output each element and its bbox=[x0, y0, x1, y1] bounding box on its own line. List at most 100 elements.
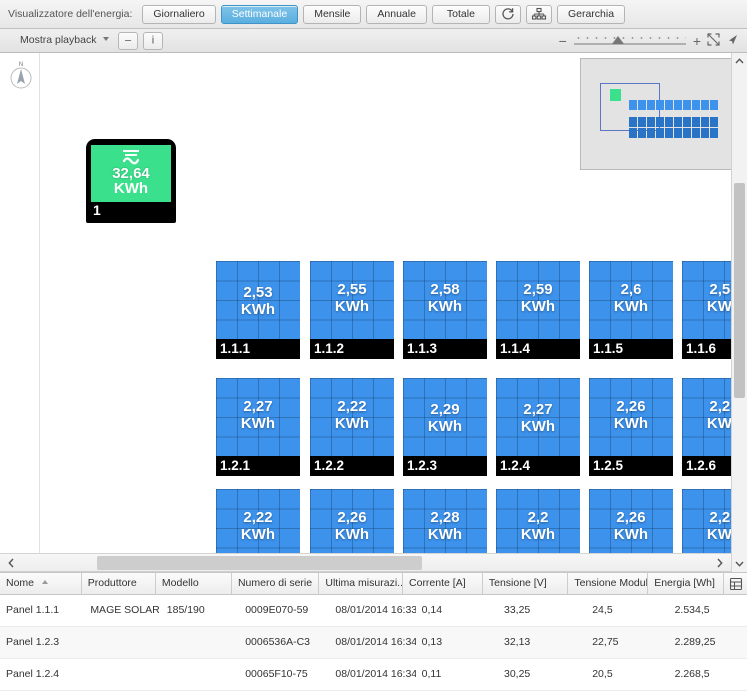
table-settings-icon bbox=[729, 577, 742, 590]
minus-icon: – bbox=[124, 34, 132, 47]
column-header-nome[interactable]: Nome bbox=[0, 573, 82, 594]
minimap-row bbox=[629, 100, 718, 110]
panel-value: 2,22 KWh bbox=[216, 509, 300, 543]
column-header-tensione[interactable]: Tensione [V] bbox=[483, 573, 569, 594]
cell-tensione: 33,25 bbox=[504, 604, 531, 616]
cell-ultima-misurazione: 08/01/2014 16:33 bbox=[335, 604, 416, 616]
column-header-modello[interactable]: Modello bbox=[156, 573, 232, 594]
panel-label-bar: 1.2.5 bbox=[589, 456, 673, 476]
panel-label: 1.1.6 bbox=[686, 341, 717, 356]
panel-value-unit: KWh bbox=[613, 298, 649, 315]
refresh-button[interactable] bbox=[494, 4, 521, 24]
panel-label: 1.1.1 bbox=[220, 341, 251, 356]
inverter-node-1[interactable]: 32,64 KWh 1 bbox=[86, 139, 176, 223]
panel-value: 2,26 KWh bbox=[589, 398, 673, 432]
horizontal-scroll-thumb[interactable] bbox=[97, 556, 422, 570]
panel-1-2-3[interactable]: 2,29 KWh 1.2.3 bbox=[403, 378, 487, 476]
panel-value: 2,28 KWh bbox=[403, 509, 487, 543]
cell-nome: Panel 1.2.4 bbox=[6, 668, 60, 680]
panel-value-number: 2,26 bbox=[616, 398, 646, 415]
panel-value-unit: KWh bbox=[520, 418, 556, 435]
period-button-mensile[interactable]: Mensile bbox=[303, 4, 362, 24]
panel-1-1-1[interactable]: 2,53 KWh 1.1.1 bbox=[216, 261, 300, 359]
zoom-out-button[interactable]: − bbox=[559, 34, 567, 48]
period-button-settimanale[interactable]: Settimanale bbox=[220, 4, 299, 24]
hierarchy-tree-icon bbox=[531, 7, 546, 20]
period-button-giornaliero[interactable]: Giornaliero bbox=[142, 4, 216, 24]
column-header-numero-di-serie[interactable]: Numero di serie bbox=[232, 573, 320, 594]
compass-icon: N bbox=[10, 62, 32, 89]
canvas-horizontal-scrollbar[interactable] bbox=[0, 553, 731, 572]
cell-corrente: 0,11 bbox=[421, 668, 442, 680]
table-row[interactable]: Panel 1.2.4 00065F10-75 08/01/2014 16:34… bbox=[0, 659, 747, 691]
panel-1-2-2[interactable]: 2,22 KWh 1.2.2 bbox=[310, 378, 394, 476]
cell-tensione-modulo: 22,75 bbox=[592, 636, 619, 648]
table-row[interactable]: Panel 1.1.1 MAGE SOLAR 185/190 0009E070-… bbox=[0, 595, 747, 627]
zoom-slider[interactable] bbox=[573, 34, 686, 48]
panel-label: 1.2.3 bbox=[407, 458, 438, 473]
panel-value-number: 2,27 bbox=[243, 398, 273, 415]
cell-tensione: 30,25 bbox=[504, 668, 531, 680]
panel-value-unit: KWh bbox=[334, 298, 370, 315]
panel-label: 1.1.4 bbox=[500, 341, 531, 356]
minimap[interactable] bbox=[580, 58, 733, 170]
canvas-vertical-scrollbar[interactable] bbox=[731, 53, 747, 572]
zoom-slider-knob[interactable] bbox=[611, 36, 624, 44]
plant-canvas[interactable]: N 32,64 KWh 1 2,53 KWh 1.1.1 2,55 KWh 1.… bbox=[0, 53, 747, 572]
chevron-up-icon bbox=[735, 58, 744, 64]
panel-value: 2,22 KWh bbox=[310, 398, 394, 432]
compass-control[interactable]: N bbox=[8, 59, 34, 91]
column-header-energia[interactable]: Energia [Wh] bbox=[648, 573, 725, 594]
column-header-ultima-misurazione[interactable]: Ultima misurazi... bbox=[319, 573, 404, 594]
period-button-totale[interactable]: Totale bbox=[431, 4, 490, 24]
panel-value-unit: KWh bbox=[334, 526, 370, 543]
show-playback-dropdown[interactable]: Mostra playback bbox=[20, 34, 110, 46]
hierarchy-text-button[interactable]: Gerarchia bbox=[556, 4, 626, 24]
panel-value-number: 2,58 bbox=[430, 281, 460, 298]
table-settings-button[interactable] bbox=[724, 573, 747, 594]
hierarchy-button[interactable] bbox=[525, 4, 552, 24]
panel-label: 1.1.3 bbox=[407, 341, 438, 356]
column-header-tensione-modulo[interactable]: Tensione Modul... bbox=[568, 573, 649, 594]
zoom-controls: − + bbox=[559, 31, 739, 51]
panel-1-1-2[interactable]: 2,55 KWh 1.1.2 bbox=[310, 261, 394, 359]
scroll-up-button[interactable] bbox=[732, 53, 747, 69]
column-header-corrente[interactable]: Corrente [A] bbox=[403, 573, 483, 594]
fit-screen-button[interactable] bbox=[707, 33, 720, 49]
canvas-left-divider bbox=[39, 53, 40, 572]
zoom-in-button[interactable]: + bbox=[693, 34, 701, 48]
panel-1-2-5[interactable]: 2,26 KWh 1.2.5 bbox=[589, 378, 673, 476]
panel-label-bar: 1.1.2 bbox=[310, 339, 394, 359]
panel-1-2-4[interactable]: 2,27 KWh 1.2.4 bbox=[496, 378, 580, 476]
panel-1-1-5[interactable]: 2,6 KWh 1.1.5 bbox=[589, 261, 673, 359]
dc-ac-inverter-icon bbox=[122, 150, 140, 165]
period-button-annuale[interactable]: Annuale bbox=[366, 4, 427, 24]
zoom-slider-ticks bbox=[573, 36, 686, 40]
cell-tensione-modulo: 20,5 bbox=[592, 668, 613, 680]
panel-1-1-3[interactable]: 2,58 KWh 1.1.3 bbox=[403, 261, 487, 359]
scroll-down-button[interactable] bbox=[732, 556, 747, 572]
pointer-button[interactable] bbox=[726, 33, 739, 49]
panel-value: 2,53 KWh bbox=[219, 284, 297, 318]
scroll-left-button[interactable] bbox=[2, 554, 20, 572]
panel-value-number: 2,27 bbox=[523, 401, 553, 418]
scroll-right-button[interactable] bbox=[711, 554, 729, 572]
panel-value: 2,27 KWh bbox=[216, 398, 300, 432]
panel-1-2-1[interactable]: 2,27 KWh 1.2.1 bbox=[216, 378, 300, 476]
cell-nome: Panel 1.2.3 bbox=[6, 636, 60, 648]
panel-value: 2,29 KWh bbox=[406, 401, 484, 435]
panel-value-unit: KWh bbox=[613, 526, 649, 543]
panel-1-1-4[interactable]: 2,59 KWh 1.1.4 bbox=[496, 261, 580, 359]
column-header-produttore[interactable]: Produttore bbox=[82, 573, 156, 594]
table-row[interactable]: Panel 1.2.3 0006536A-C3 08/01/2014 16:34… bbox=[0, 627, 747, 659]
fit-screen-icon bbox=[707, 33, 720, 46]
info-button[interactable]: i bbox=[143, 32, 163, 50]
panel-value: 2,27 KWh bbox=[499, 401, 577, 435]
energy-viewer-app: Visualizzatore dell'energia: Giornaliero… bbox=[0, 0, 747, 692]
collapse-button[interactable]: – bbox=[118, 32, 138, 50]
panel-value: 2,6 KWh bbox=[589, 281, 673, 315]
panel-label: 1.1.5 bbox=[593, 341, 624, 356]
table-header-row: Nome Produttore Modello Numero di serie … bbox=[0, 573, 747, 595]
cell-corrente: 0,14 bbox=[421, 604, 443, 616]
vertical-scroll-thumb[interactable] bbox=[734, 183, 745, 398]
